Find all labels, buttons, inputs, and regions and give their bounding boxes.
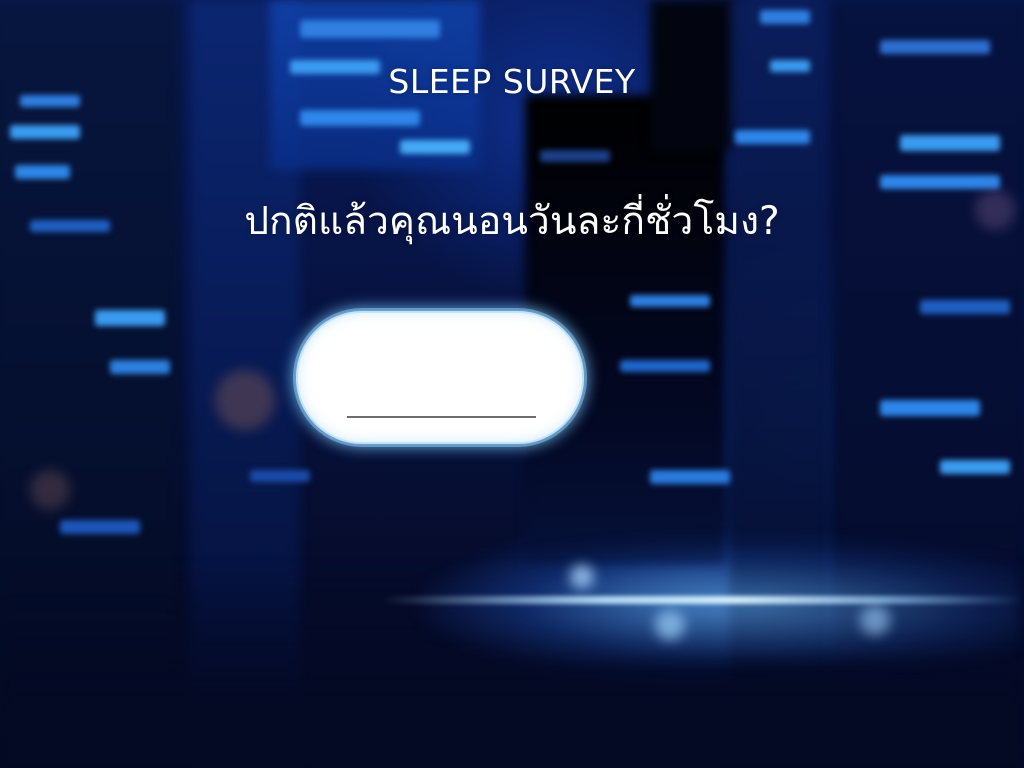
lit-window: [95, 310, 165, 326]
lit-window: [900, 135, 1000, 151]
lit-window: [630, 295, 710, 307]
lit-window: [940, 460, 1010, 474]
lit-window: [735, 130, 810, 144]
lit-window: [110, 360, 170, 374]
lit-window: [540, 150, 610, 162]
survey-screen: SLEEP SURVEY ปกติแล้วคุณนอนวันละกี่ชั่วโ…: [0, 0, 1024, 768]
lit-window: [760, 10, 810, 24]
lit-window: [400, 140, 470, 154]
bokeh-light: [30, 470, 70, 510]
lit-window: [15, 165, 70, 179]
lit-window: [880, 175, 1000, 189]
lit-window: [620, 360, 710, 372]
building-silhouette: [0, 0, 180, 768]
lit-window: [880, 40, 990, 54]
hours-answer-input[interactable]: [346, 365, 536, 409]
lit-window: [300, 110, 420, 126]
building-silhouette: [830, 0, 1024, 768]
lit-window: [650, 470, 730, 484]
horizon-haze: [420, 540, 1020, 660]
lit-window: [880, 400, 980, 416]
bokeh-light: [860, 605, 890, 635]
horizon-light-streak: [380, 596, 1024, 604]
building-silhouette: [730, 0, 830, 768]
answer-box[interactable]: [296, 311, 584, 444]
lit-window: [60, 520, 140, 534]
lit-window: [10, 125, 80, 139]
survey-question: ปกติแล้วคุณนอนวันละกี่ชั่วโมง?: [244, 199, 780, 244]
lit-window: [920, 300, 1010, 314]
bokeh-light: [215, 370, 275, 430]
building-silhouette: [190, 0, 300, 768]
bokeh-light: [655, 610, 685, 640]
lit-window: [300, 20, 440, 38]
answer-underline: [347, 416, 536, 418]
lit-window: [250, 470, 310, 482]
survey-title: SLEEP SURVEY: [388, 62, 636, 101]
building-silhouette: [0, 560, 1024, 768]
bokeh-light: [570, 565, 594, 589]
